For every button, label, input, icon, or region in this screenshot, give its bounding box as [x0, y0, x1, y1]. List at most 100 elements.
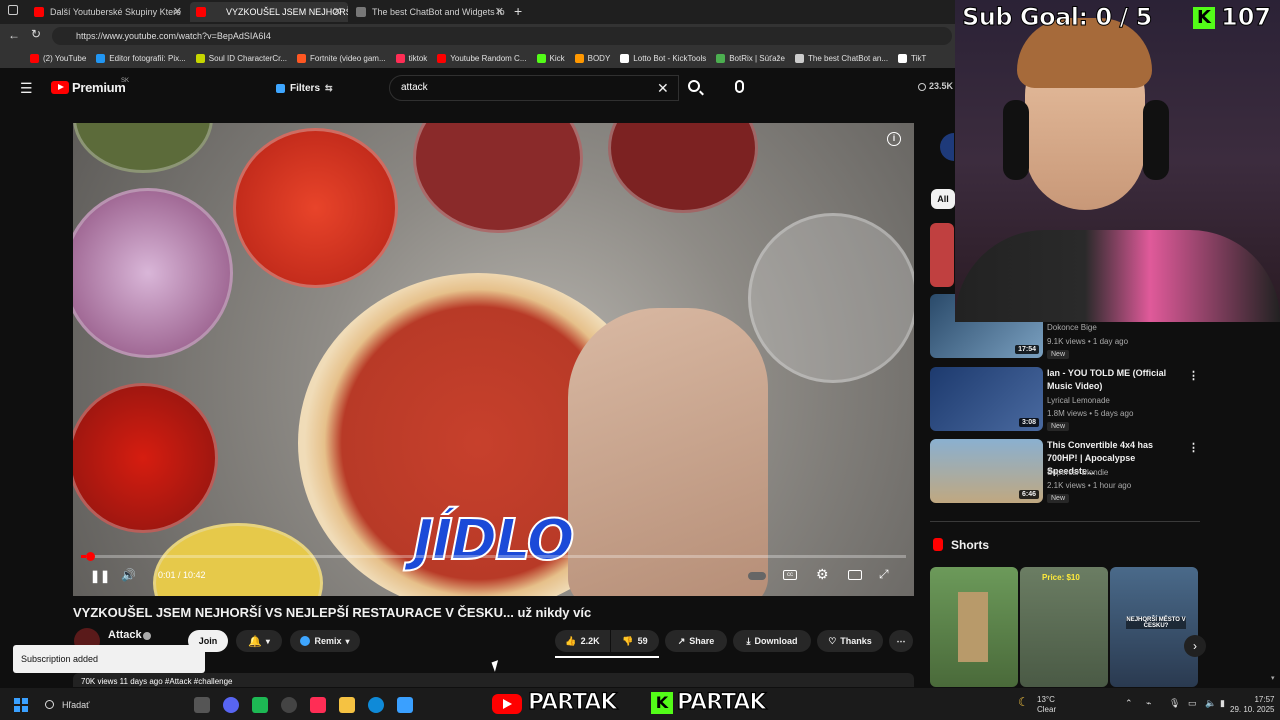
miniplayer-icon[interactable] [848, 570, 862, 580]
search-icon [45, 700, 54, 709]
scrollbar[interactable]: ▾ [1270, 668, 1278, 688]
filters-button[interactable]: Filters ⇆ [268, 77, 338, 99]
bookmark[interactable]: Editor fotografií: Pix... [96, 53, 186, 63]
channel-logo-icon[interactable] [940, 133, 954, 161]
like-button[interactable]: 👍 2.2K [555, 630, 610, 652]
chevron-up-icon[interactable]: ⌃ [1125, 698, 1133, 709]
short-card[interactable] [930, 567, 1018, 687]
kick-logo-icon: K [1193, 7, 1215, 29]
fullscreen-icon[interactable]: ⤢ [879, 567, 889, 582]
browser-tab[interactable]: Další Youtuberské Skupiny Které ✕ [28, 2, 188, 22]
youtube-logo-text[interactable]: Premium [72, 80, 126, 95]
taskbar-search[interactable]: Hľadať [38, 695, 186, 715]
speaker-icon[interactable]: 🔈 [1205, 698, 1216, 709]
video-player[interactable]: JÍDLO i ❚❚ 🔊 0:01 / 10:42 cc ⚙ ⤢ [73, 123, 914, 596]
sub-goal-text: Sub Goal: 0 / 5 [962, 3, 1153, 32]
search-input[interactable]: attack [389, 75, 679, 101]
short-text: Price: $10 [1042, 573, 1080, 582]
more-vert-icon[interactable]: ⋮ [1188, 441, 1199, 454]
youtube-logo-icon[interactable] [51, 81, 69, 94]
new-tab-icon[interactable]: + [514, 3, 522, 19]
clear-search-icon[interactable]: ✕ [657, 80, 669, 97]
display-icon[interactable]: ▭ [1188, 698, 1197, 709]
back-icon[interactable]: ← [8, 28, 20, 42]
scroll-down-icon[interactable]: ▾ [1271, 674, 1275, 682]
download-button[interactable]: ⤓ Download [733, 630, 811, 652]
dislike-button[interactable]: 👎 59 [611, 630, 659, 652]
browser-tab-active[interactable]: VYZKOUŠEL JSEM NEJHORŠÍ ✕ [190, 2, 348, 22]
short-card[interactable]: NEJHORŠÍ MĚSTO V ČESKU? [1110, 567, 1198, 687]
short-card[interactable]: Price: $10 [1020, 567, 1108, 687]
tiktok-icon[interactable] [310, 697, 326, 713]
rec-video[interactable]: 6:46 This Convertible 4x4 has 700HP! | A… [930, 439, 1200, 503]
bookmark[interactable]: Youtube Random C... [437, 53, 527, 63]
network-icon[interactable]: ⌁ [1146, 698, 1151, 709]
app-icon[interactable] [397, 697, 413, 713]
thanks-label: Thanks [840, 636, 872, 646]
bookmark[interactable]: tiktok [395, 53, 427, 63]
tab-title: Další Youtuberské Skupiny Které [50, 7, 182, 17]
remix-button[interactable]: Remix ▾ [290, 630, 360, 652]
bookmark[interactable]: TikT [898, 53, 926, 63]
globe-icon [356, 7, 366, 17]
edge-icon[interactable] [368, 697, 384, 713]
bookmark[interactable]: Kick [536, 53, 565, 63]
more-actions-button[interactable]: ⋯ [889, 630, 913, 652]
battery-icon[interactable]: ▮ [1220, 698, 1225, 709]
spotify-icon[interactable] [252, 697, 268, 713]
tab-search-icon[interactable] [8, 5, 18, 15]
share-button[interactable]: ↗ Share [665, 630, 727, 652]
rec-thumb-partial[interactable] [930, 223, 954, 287]
bookmark-label: BODY [587, 53, 611, 63]
browser-tab[interactable]: The best ChatBot and Widgets fo ✕ [350, 2, 510, 22]
task-view-icon[interactable] [194, 697, 210, 713]
chatgpt-icon[interactable] [281, 697, 297, 713]
bookmark[interactable]: Fortnite (video gam... [297, 53, 386, 63]
chip-all[interactable]: All [931, 189, 955, 209]
pause-icon[interactable]: ❚❚ [90, 569, 110, 583]
reload-icon[interactable]: ↻ [31, 27, 41, 41]
url-input[interactable]: https://www.youtube.com/watch?v=BepAdSIA… [52, 27, 952, 45]
filters-label: Filters [290, 82, 321, 94]
search-icon[interactable] [688, 80, 700, 92]
notifications-button[interactable]: 🔔 ▾ [236, 630, 282, 652]
rec-video[interactable]: 3:08 Ian - YOU TOLD ME (Official Music V… [930, 367, 1200, 431]
bookmark[interactable]: BotRix | Súťaže [716, 53, 785, 63]
discord-icon[interactable] [223, 697, 239, 713]
taskbar-clock[interactable]: 17:57 29. 10. 2025 [1230, 695, 1274, 715]
info-icon[interactable]: i [887, 132, 901, 146]
bookmark-label: Kick [549, 53, 565, 63]
settings-gear-icon[interactable]: ⚙ [816, 566, 829, 583]
filter-icon [276, 83, 285, 93]
close-tab-icon[interactable]: ✕ [173, 5, 182, 18]
progress-bar[interactable] [81, 552, 906, 561]
bookmark-icon [536, 53, 546, 63]
channel-name[interactable]: Attack [108, 629, 142, 641]
microphone-icon[interactable]: 🎙 [1169, 698, 1180, 709]
thanks-button[interactable]: ♡ Thanks [817, 630, 883, 652]
weather-widget[interactable]: 13°C Clear [1037, 695, 1056, 715]
close-tab-icon[interactable]: ✕ [333, 5, 342, 18]
volume-icon[interactable]: 🔊 [121, 568, 136, 582]
progress-handle[interactable] [86, 552, 95, 561]
chevron-right-icon[interactable]: › [1184, 635, 1206, 657]
microphone-icon[interactable] [735, 80, 744, 93]
bookmark[interactable]: Lotto Bot - KickTools [620, 53, 706, 63]
more-vert-icon[interactable]: ⋮ [1188, 369, 1199, 382]
description-box[interactable]: 70K views 11 days ago #Attack #challenge [73, 673, 914, 687]
bookmark[interactable]: The best ChatBot an... [795, 53, 888, 63]
bookmark[interactable]: BODY [574, 53, 611, 63]
menu-icon[interactable]: ☰ [20, 80, 33, 97]
time-display: 0:01 / 10:42 [158, 570, 206, 580]
file-explorer-icon[interactable] [339, 697, 355, 713]
bookmark[interactable]: (2) YouTube [30, 53, 86, 63]
windows-start-icon[interactable] [14, 698, 28, 712]
autoplay-toggle[interactable] [748, 572, 766, 580]
taskbar-search-label: Hľadať [62, 700, 90, 710]
hand [568, 308, 768, 596]
bookmark-icon [297, 53, 307, 63]
bookmark[interactable]: Soul ID CharacterCr... [195, 53, 287, 63]
close-tab-icon[interactable]: ✕ [495, 5, 504, 18]
captions-icon[interactable]: cc [783, 570, 797, 580]
rec-thumbnail: 3:08 [930, 367, 1043, 431]
